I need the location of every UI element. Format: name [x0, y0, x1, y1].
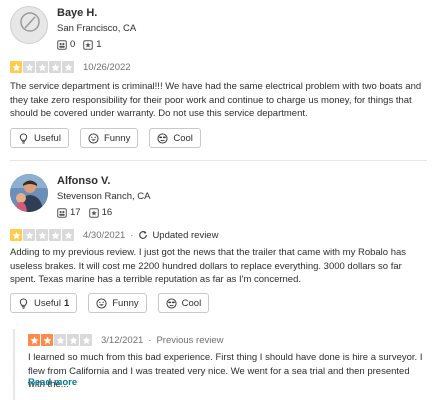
reviews-icon — [88, 207, 99, 218]
review-card: Baye H. San Francisco, CA 0 1 10/26/2022… — [0, 0, 437, 161]
user-location: Stevenson Ranch, CA — [57, 191, 151, 202]
star-icon — [36, 229, 48, 241]
previous-review: 3/12/2021 · Previous review I learned so… — [13, 329, 437, 400]
review-text: The service department is criminal!!! We… — [10, 81, 422, 119]
star-icon — [62, 61, 74, 73]
star-icon — [49, 61, 61, 73]
star-rating — [28, 334, 93, 346]
star-icon — [28, 334, 40, 346]
reviews-count: 16 — [88, 207, 112, 218]
funny-button[interactable]: Funny — [79, 128, 139, 148]
star-icon — [67, 334, 79, 346]
star-icon — [54, 334, 66, 346]
avatar[interactable] — [10, 174, 48, 212]
review-text: I learned so much from this bad experien… — [28, 352, 423, 390]
separator-dot: · — [130, 229, 134, 241]
cool-icon — [166, 297, 177, 309]
user-name[interactable]: Alfonso V. — [57, 176, 150, 187]
friends-icon — [57, 39, 67, 50]
review-actions: Useful Funny Cool — [10, 128, 212, 148]
friends-count: 0 — [57, 39, 75, 50]
updated-review-label: Updated review — [138, 230, 218, 241]
read-more-link[interactable]: Read more — [28, 377, 77, 388]
star-icon — [36, 61, 48, 73]
star-icon — [62, 229, 74, 241]
user-name[interactable]: Baye H. — [57, 8, 136, 19]
star-icon — [23, 61, 35, 73]
star-icon — [49, 229, 61, 241]
star-icon — [80, 334, 92, 346]
review-user: Baye H. San Francisco, CA 0 1 — [10, 6, 136, 50]
useful-count: 1 — [63, 297, 70, 309]
useful-button[interactable]: Useful — [10, 128, 69, 148]
friends-count: 17 — [57, 207, 81, 218]
useful-icon — [19, 132, 28, 144]
user-location: San Francisco, CA — [57, 23, 137, 34]
star-rating — [10, 61, 75, 73]
review-rating-row: 10/26/2022 — [10, 61, 131, 73]
funny-icon — [88, 132, 99, 144]
review-date: 10/26/2022 — [83, 61, 131, 73]
reviews-count: 1 — [83, 39, 102, 50]
funny-icon — [96, 297, 107, 309]
avatar[interactable] — [10, 6, 48, 44]
reviews-icon — [83, 39, 94, 50]
friends-icon — [57, 207, 67, 218]
updated-icon — [139, 231, 148, 239]
useful-button[interactable]: Useful 1 — [10, 293, 78, 313]
cool-button[interactable]: Cool — [157, 293, 210, 313]
previous-review-label: Previous review — [156, 334, 224, 346]
review-rating-row: 4/30/2021 · Updated review — [10, 229, 218, 241]
star-icon — [23, 229, 35, 241]
review-text: Adding to my previous review. I just got… — [10, 247, 407, 285]
useful-icon — [19, 297, 28, 309]
star-rating — [10, 229, 75, 241]
funny-button[interactable]: Funny — [88, 293, 147, 313]
default-avatar-icon — [20, 12, 40, 32]
separator-dot: · — [148, 334, 152, 346]
user-photo — [10, 174, 48, 212]
review-date: 4/30/2021 — [83, 229, 126, 241]
review-date: 3/12/2021 — [101, 334, 144, 346]
review-card: Alfonso V. Stevenson Ranch, CA 17 16 4/3… — [0, 166, 437, 326]
review-actions: Useful 1 Funny Cool — [10, 293, 220, 313]
review-rating-row: 3/12/2021 · Previous review — [28, 334, 224, 346]
review-user: Alfonso V. Stevenson Ranch, CA 17 16 — [10, 174, 150, 218]
cool-button[interactable]: Cool — [149, 128, 201, 148]
cool-icon — [157, 132, 168, 144]
star-icon — [10, 229, 22, 241]
star-icon — [10, 61, 22, 73]
star-icon — [41, 334, 53, 346]
divider — [10, 160, 427, 161]
